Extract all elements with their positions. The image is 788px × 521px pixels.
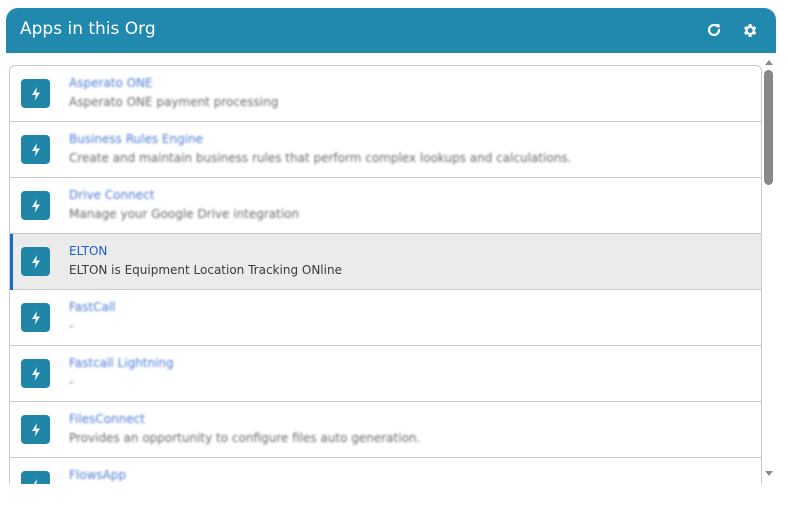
list-item[interactable]: FilesConnect Provides an opportunity to …: [10, 402, 761, 458]
list-item[interactable]: Business Rules Engine Create and maintai…: [10, 122, 761, 178]
gear-icon[interactable]: [739, 20, 759, 40]
lightning-bolt-icon: [21, 191, 50, 220]
lightning-bolt-icon: [21, 303, 50, 332]
app-name[interactable]: FastCall: [69, 300, 116, 314]
app-name[interactable]: FlowsApp: [69, 468, 126, 482]
list-item[interactable]: FastCall -: [10, 290, 761, 346]
app-name[interactable]: Fastcall Lightning: [69, 356, 174, 370]
panel-header: Apps in this Org: [6, 8, 776, 53]
lightning-bolt-icon: [21, 415, 50, 444]
refresh-icon[interactable]: [704, 20, 724, 40]
scroll-down-arrow-icon[interactable]: [765, 471, 773, 476]
app-description: -: [69, 319, 74, 333]
app-description: ELTON is Equipment Location Tracking ONl…: [69, 263, 342, 277]
list-item-selected[interactable]: ELTON ELTON is Equipment Location Tracki…: [10, 234, 761, 290]
list-item[interactable]: FlowsApp: [10, 458, 761, 484]
app-name[interactable]: Asperato ONE: [69, 76, 153, 90]
vertical-scrollbar[interactable]: [762, 56, 776, 483]
lightning-bolt-icon: [21, 135, 50, 164]
app-description: -: [69, 375, 74, 389]
lightning-bolt-icon: [21, 359, 50, 388]
app-description: Asperato ONE payment processing: [69, 95, 279, 109]
list-item[interactable]: Asperato ONE Asperato ONE payment proces…: [10, 66, 761, 122]
lightning-bolt-icon: [21, 79, 50, 108]
list-item[interactable]: Drive Connect Manage your Google Drive i…: [10, 178, 761, 234]
app-name[interactable]: Business Rules Engine: [69, 132, 203, 146]
lightning-bolt-icon: [21, 247, 50, 276]
app-name[interactable]: ELTON: [69, 244, 107, 258]
app-name[interactable]: Drive Connect: [69, 188, 154, 202]
app-name[interactable]: FilesConnect: [69, 412, 145, 426]
scroll-up-arrow-icon[interactable]: [765, 60, 773, 65]
list-item[interactable]: Fastcall Lightning -: [10, 346, 761, 402]
scrollbar-thumb[interactable]: [764, 70, 773, 185]
app-description: Manage your Google Drive integration: [69, 207, 300, 221]
lightning-bolt-icon: [21, 471, 50, 484]
app-description: Provides an opportunity to configure fil…: [69, 431, 421, 445]
app-description: Create and maintain business rules that …: [69, 151, 572, 165]
apps-list[interactable]: Asperato ONE Asperato ONE payment proces…: [9, 65, 762, 484]
panel-title: Apps in this Org: [20, 19, 156, 39]
